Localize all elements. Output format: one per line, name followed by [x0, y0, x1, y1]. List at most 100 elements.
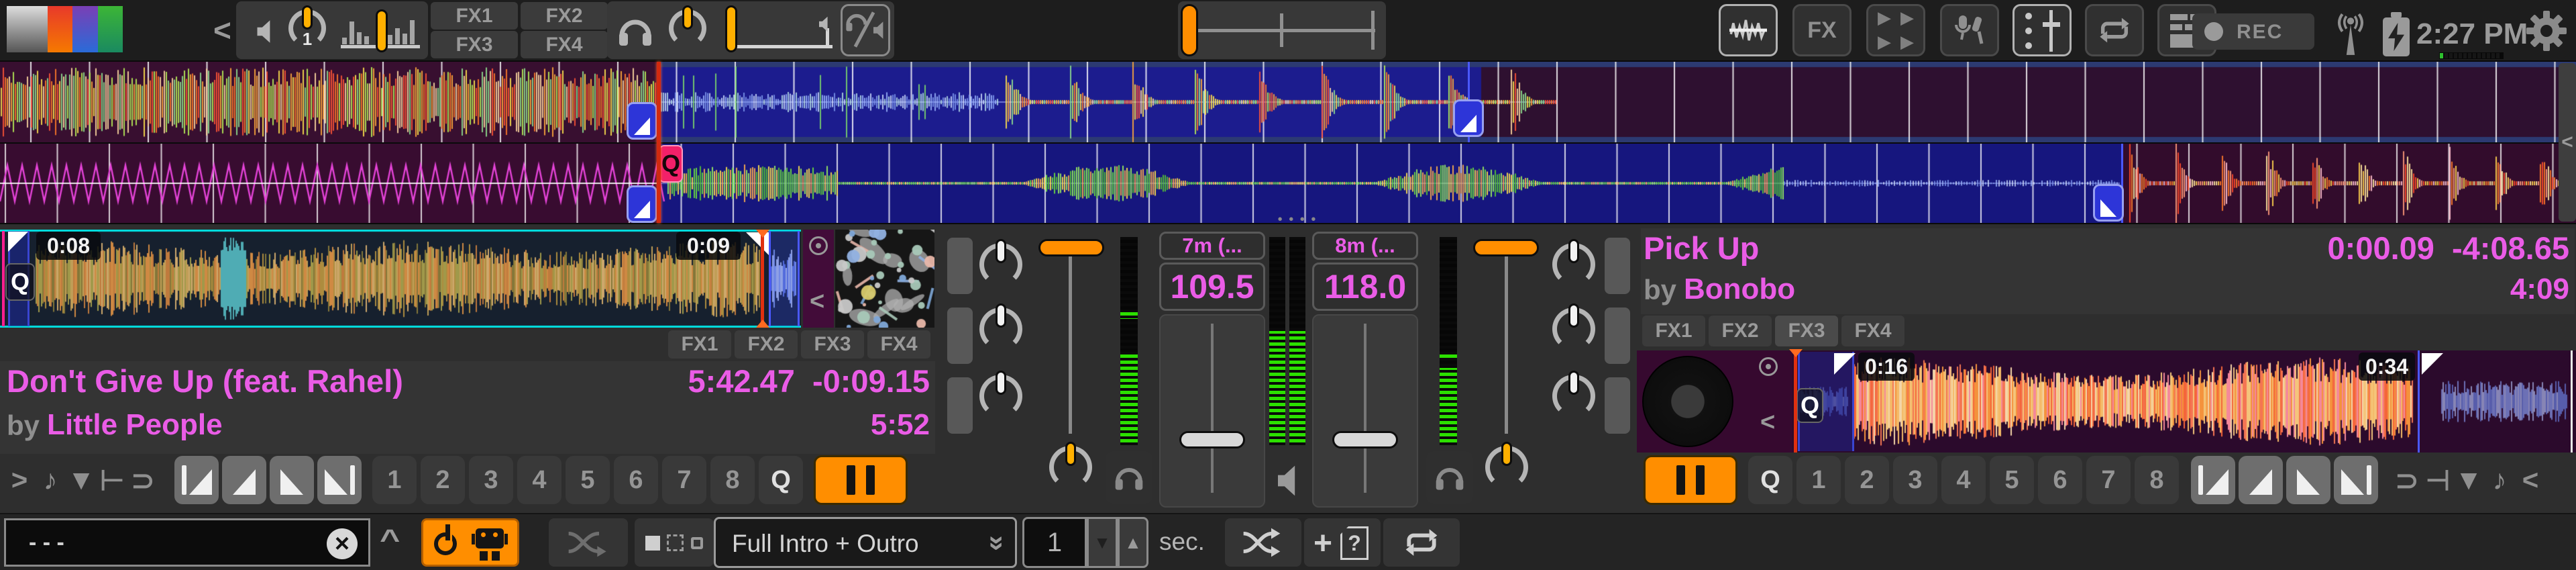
deck2-intro-start-button[interactable] [2191, 456, 2235, 504]
deck1-fx4-button[interactable]: FX4 [867, 330, 930, 359]
repeat-playlist-button[interactable] [1383, 518, 1460, 567]
deck2-fx-assign-button[interactable] [1605, 307, 1630, 364]
deck2-fx-assign-button[interactable] [1605, 238, 1630, 294]
deck1-fx-assign-button[interactable] [947, 307, 973, 364]
deck1-keylock-button[interactable]: ♪ [35, 464, 66, 496]
deck2-pfl-button[interactable] [1426, 451, 1473, 504]
seconds-decrement-button[interactable]: ▼ [1087, 517, 1118, 568]
crossfader-handle[interactable] [1181, 4, 1198, 56]
deck1-gain-knob[interactable] [1049, 446, 1092, 489]
deck2-remaining[interactable]: -4:08.65 [2452, 230, 2569, 267]
deck1-fx-assign-button[interactable] [947, 377, 973, 434]
mixer-toggle-button[interactable] [2012, 4, 2072, 56]
deck1-pfl-button[interactable] [1106, 451, 1152, 504]
deck1-eq-mid-knob[interactable] [979, 307, 1022, 350]
deck1-pitch-handle[interactable] [1179, 431, 1245, 448]
deck1-hotcue-1-button[interactable]: 1 [372, 456, 417, 504]
deck1-fx2-button[interactable]: FX2 [735, 330, 798, 359]
deck1-outro-end-button[interactable] [317, 456, 362, 504]
deck2-key-display[interactable]: 8m (... [1312, 232, 1418, 260]
deck1-hotcue-5-button[interactable]: 5 [566, 456, 610, 504]
deck2-eq-mid-knob[interactable] [1552, 307, 1595, 350]
deck1-hotcue-7-button[interactable]: 7 [662, 456, 706, 504]
transition-mode-dropdown[interactable]: Full Intro + Outro » [714, 517, 1017, 568]
deck1-volume-track[interactable] [1069, 254, 1072, 434]
vinyl-loop-button[interactable] [2085, 4, 2144, 56]
deck1-spinny-icon[interactable] [809, 236, 828, 255]
deck1-slip-button[interactable]: ⊃ [127, 464, 158, 497]
deck2-beatgrid-button[interactable]: ⊣ [2422, 464, 2453, 497]
deck1-volume-fader[interactable] [1038, 239, 1104, 256]
deck2-hotcue-4-button[interactable]: 4 [1941, 456, 1986, 504]
deck2-eq-low-knob[interactable] [1552, 375, 1595, 418]
waveform-collapse-handle[interactable]: < [2559, 63, 2576, 222]
deck1-expand-button[interactable]: > [4, 464, 35, 496]
microphone-gain-knob[interactable]: 1 [288, 9, 326, 47]
deck1-eject-button[interactable]: ▼ [66, 464, 97, 496]
deck2-hotcue-6-button[interactable]: 6 [2038, 456, 2082, 504]
record-button[interactable]: REC [2192, 13, 2314, 50]
search-input[interactable] [6, 520, 368, 565]
transition-mode-icon-button[interactable] [635, 518, 714, 567]
deck1-hotcue-2-button[interactable]: 2 [421, 456, 465, 504]
search-clear-icon[interactable]: × [327, 528, 358, 559]
headphone-mix-handle[interactable] [725, 5, 737, 52]
deck2-scrolling-waveform[interactable] [0, 144, 2576, 223]
deck1-hotcue-4-button[interactable]: 4 [517, 456, 561, 504]
deck1-fx1-button[interactable]: FX1 [668, 330, 731, 359]
deck2-pitch-handle[interactable] [1332, 431, 1398, 448]
deck1-key-display[interactable]: 7m (... [1159, 232, 1265, 260]
deck1-eq-high-knob[interactable] [979, 243, 1022, 286]
deck2-play-button[interactable] [1644, 455, 1737, 505]
deck2-expand-button[interactable]: < [2515, 464, 2546, 496]
deck2-fx4-button[interactable]: FX4 [1841, 316, 1904, 346]
fx-unit-2-toggle[interactable]: FX2 [521, 2, 608, 30]
deck2-keylock-button[interactable]: ♪ [2484, 464, 2515, 496]
shuffle-button[interactable] [1225, 518, 1301, 567]
deck1-pitch-slider[interactable] [1159, 314, 1265, 508]
deck1-expand-icon[interactable]: < [810, 287, 824, 316]
headphone-mix-slider[interactable] [725, 4, 839, 58]
deck1-beatgrid-button[interactable]: ⊢ [97, 464, 127, 497]
deck1-hotcue-6-button[interactable]: 6 [614, 456, 658, 504]
seconds-increment-button[interactable]: ▲ [1118, 517, 1148, 568]
transition-seconds-value[interactable]: 1 [1022, 517, 1087, 568]
deck1-eq-low-knob[interactable] [979, 375, 1022, 418]
deck2-hotcue-5-button[interactable]: 5 [1990, 456, 2034, 504]
waveform-view-button[interactable] [1719, 4, 1778, 56]
library-maximize-icon[interactable]: ^ [380, 524, 400, 556]
deck2-outro-end-button[interactable] [2334, 456, 2378, 504]
deck2-slip-button[interactable]: ⊃ [2392, 464, 2422, 497]
deck2-eq-high-knob[interactable] [1552, 243, 1595, 286]
deck2-intro-end-button[interactable] [2239, 456, 2283, 504]
deck2-fx-assign-button[interactable] [1605, 377, 1630, 434]
deck1-fx3-button[interactable]: FX3 [801, 330, 864, 359]
deck2-hotcue-8-button[interactable]: 8 [2135, 456, 2179, 504]
crossfader[interactable] [1178, 1, 1386, 59]
deck1-intro-start-button[interactable] [174, 456, 219, 504]
deck-count-button[interactable]: ▶▶ ▶▶ [1866, 4, 1925, 56]
deck2-hotcue-7-button[interactable]: 7 [2086, 456, 2131, 504]
deck1-play-button[interactable] [814, 455, 908, 505]
deck2-expand-icon[interactable]: < [1760, 408, 1775, 437]
deck2-outro-start-button[interactable] [2286, 456, 2330, 504]
fx-unit-3-toggle[interactable]: FX3 [431, 31, 518, 58]
deck1-intro-end-button[interactable] [222, 456, 266, 504]
autodj-fade-now-button[interactable] [549, 518, 628, 567]
deck2-fx2-button[interactable]: FX2 [1709, 316, 1772, 346]
deck2-hotcue-3-button[interactable]: 3 [1893, 456, 1937, 504]
deck2-fx3-button[interactable]: FX3 [1775, 316, 1838, 346]
deck2-spinny-vinyl[interactable] [1642, 356, 1733, 447]
fx-unit-1-toggle[interactable]: FX1 [431, 2, 518, 30]
settings-gear-icon[interactable] [2525, 9, 2568, 52]
deck1-hotcue-3-button[interactable]: 3 [469, 456, 513, 504]
microphone-aux-button[interactable] [1940, 4, 1999, 56]
deck2-pitch-slider[interactable] [1312, 314, 1418, 508]
headphone-gain-knob[interactable] [669, 9, 706, 47]
deck1-scrolling-waveform[interactable] [0, 62, 2576, 142]
deck1-fx-assign-button[interactable] [947, 238, 973, 294]
deck1-remaining[interactable]: -0:09.15 [812, 363, 930, 399]
main-balance-widget[interactable] [341, 9, 421, 54]
deck2-cue-button[interactable]: Q [1748, 456, 1792, 504]
deck2-volume-fader[interactable] [1473, 239, 1539, 256]
